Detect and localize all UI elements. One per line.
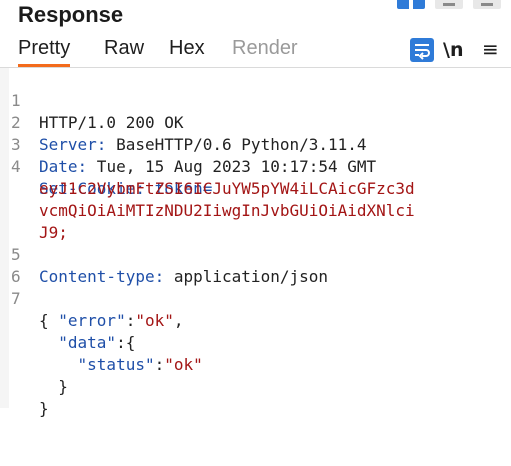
horizontal-layout-icon[interactable] bbox=[435, 0, 463, 9]
code-line: } bbox=[0, 354, 68, 396]
json-brace: } bbox=[39, 377, 68, 396]
code-line: eyJ1c2VybmFtZSI6ICJuYW5pYW4iLCAicGFzc3d bbox=[0, 156, 415, 198]
menu-icon[interactable]: ≡ bbox=[482, 37, 499, 61]
json-separator: : bbox=[125, 311, 136, 330]
header-key: Content-type: bbox=[39, 267, 165, 286]
tab-pretty[interactable]: Pretty bbox=[18, 37, 71, 67]
code-line: 6 bbox=[0, 244, 39, 286]
single-layout-icon[interactable] bbox=[473, 0, 501, 9]
split-layout-icon[interactable] bbox=[397, 0, 425, 9]
header-key: Server: bbox=[39, 135, 107, 154]
cookie-token-segment: eyJ1c2VybmFtZSI6ICJuYW5pYW4iLCAicGFzc3d bbox=[39, 179, 415, 198]
code-line: J9; bbox=[0, 200, 68, 242]
status-line: HTTP/1.0 200 OK bbox=[39, 113, 184, 132]
code-line: } bbox=[0, 376, 49, 418]
newline-toggle-icon[interactable]: \n bbox=[443, 39, 463, 61]
code-line: 5 Content-type: application/json bbox=[0, 222, 328, 286]
code-line: 2 Server: BaseHTTP/0.6 Python/3.11.4 bbox=[0, 90, 367, 154]
json-key: "error" bbox=[58, 311, 126, 330]
json-value: "ok" bbox=[164, 355, 203, 374]
json-key: "data" bbox=[58, 333, 117, 352]
code-line: "status":"ok" bbox=[0, 332, 203, 374]
cookie-token-segment: J9; bbox=[39, 223, 68, 242]
response-header: Response bbox=[0, 0, 511, 32]
panel-title: Response bbox=[18, 2, 124, 27]
header-value: BaseHTTP/0.6 Python/3.11.4 bbox=[106, 135, 367, 154]
code-line: vcmQiOiAiMTIzNDU2IiwgInJvbGUiOiAidXNlci bbox=[0, 178, 415, 220]
code-line: 4 Set-Cookie: token= bbox=[0, 134, 212, 198]
code-line: "error":"ok", bbox=[0, 288, 183, 330]
code-line: "data":{ bbox=[0, 310, 135, 352]
json-value: "ok" bbox=[135, 311, 174, 330]
json-separator: : bbox=[154, 355, 165, 374]
code-line: 7 { bbox=[0, 266, 49, 330]
json-separator: :{ bbox=[116, 333, 136, 352]
code-line: 3 Date: Tue, 15 Aug 2023 10:17:54 GMT bbox=[0, 112, 376, 176]
header-key: Date: bbox=[39, 157, 88, 176]
tab-hex[interactable]: Hex bbox=[169, 37, 205, 60]
word-wrap-icon[interactable] bbox=[410, 38, 434, 62]
header-value: Tue, 15 Aug 2023 10:17:54 GMT bbox=[87, 157, 377, 176]
view-tabs: Pretty Raw Hex Render \n ≡ bbox=[0, 33, 511, 68]
code-line: 1 HTTP/1.0 200 OK bbox=[0, 68, 184, 132]
json-brace: } bbox=[39, 399, 49, 418]
layout-toggle-group bbox=[397, 0, 501, 12]
response-editor[interactable]: 1 HTTP/1.0 200 OK 2 Server: BaseHTTP/0.6… bbox=[0, 68, 511, 466]
json-key: "status" bbox=[77, 355, 155, 374]
tab-render[interactable]: Render bbox=[232, 37, 298, 60]
cookie-token-segment: vcmQiOiAiMTIzNDU2IiwgInJvbGUiOiAidXNlci bbox=[39, 201, 415, 220]
json-comma: , bbox=[173, 311, 184, 330]
header-value: application/json bbox=[164, 267, 328, 286]
tab-raw[interactable]: Raw bbox=[104, 37, 144, 60]
